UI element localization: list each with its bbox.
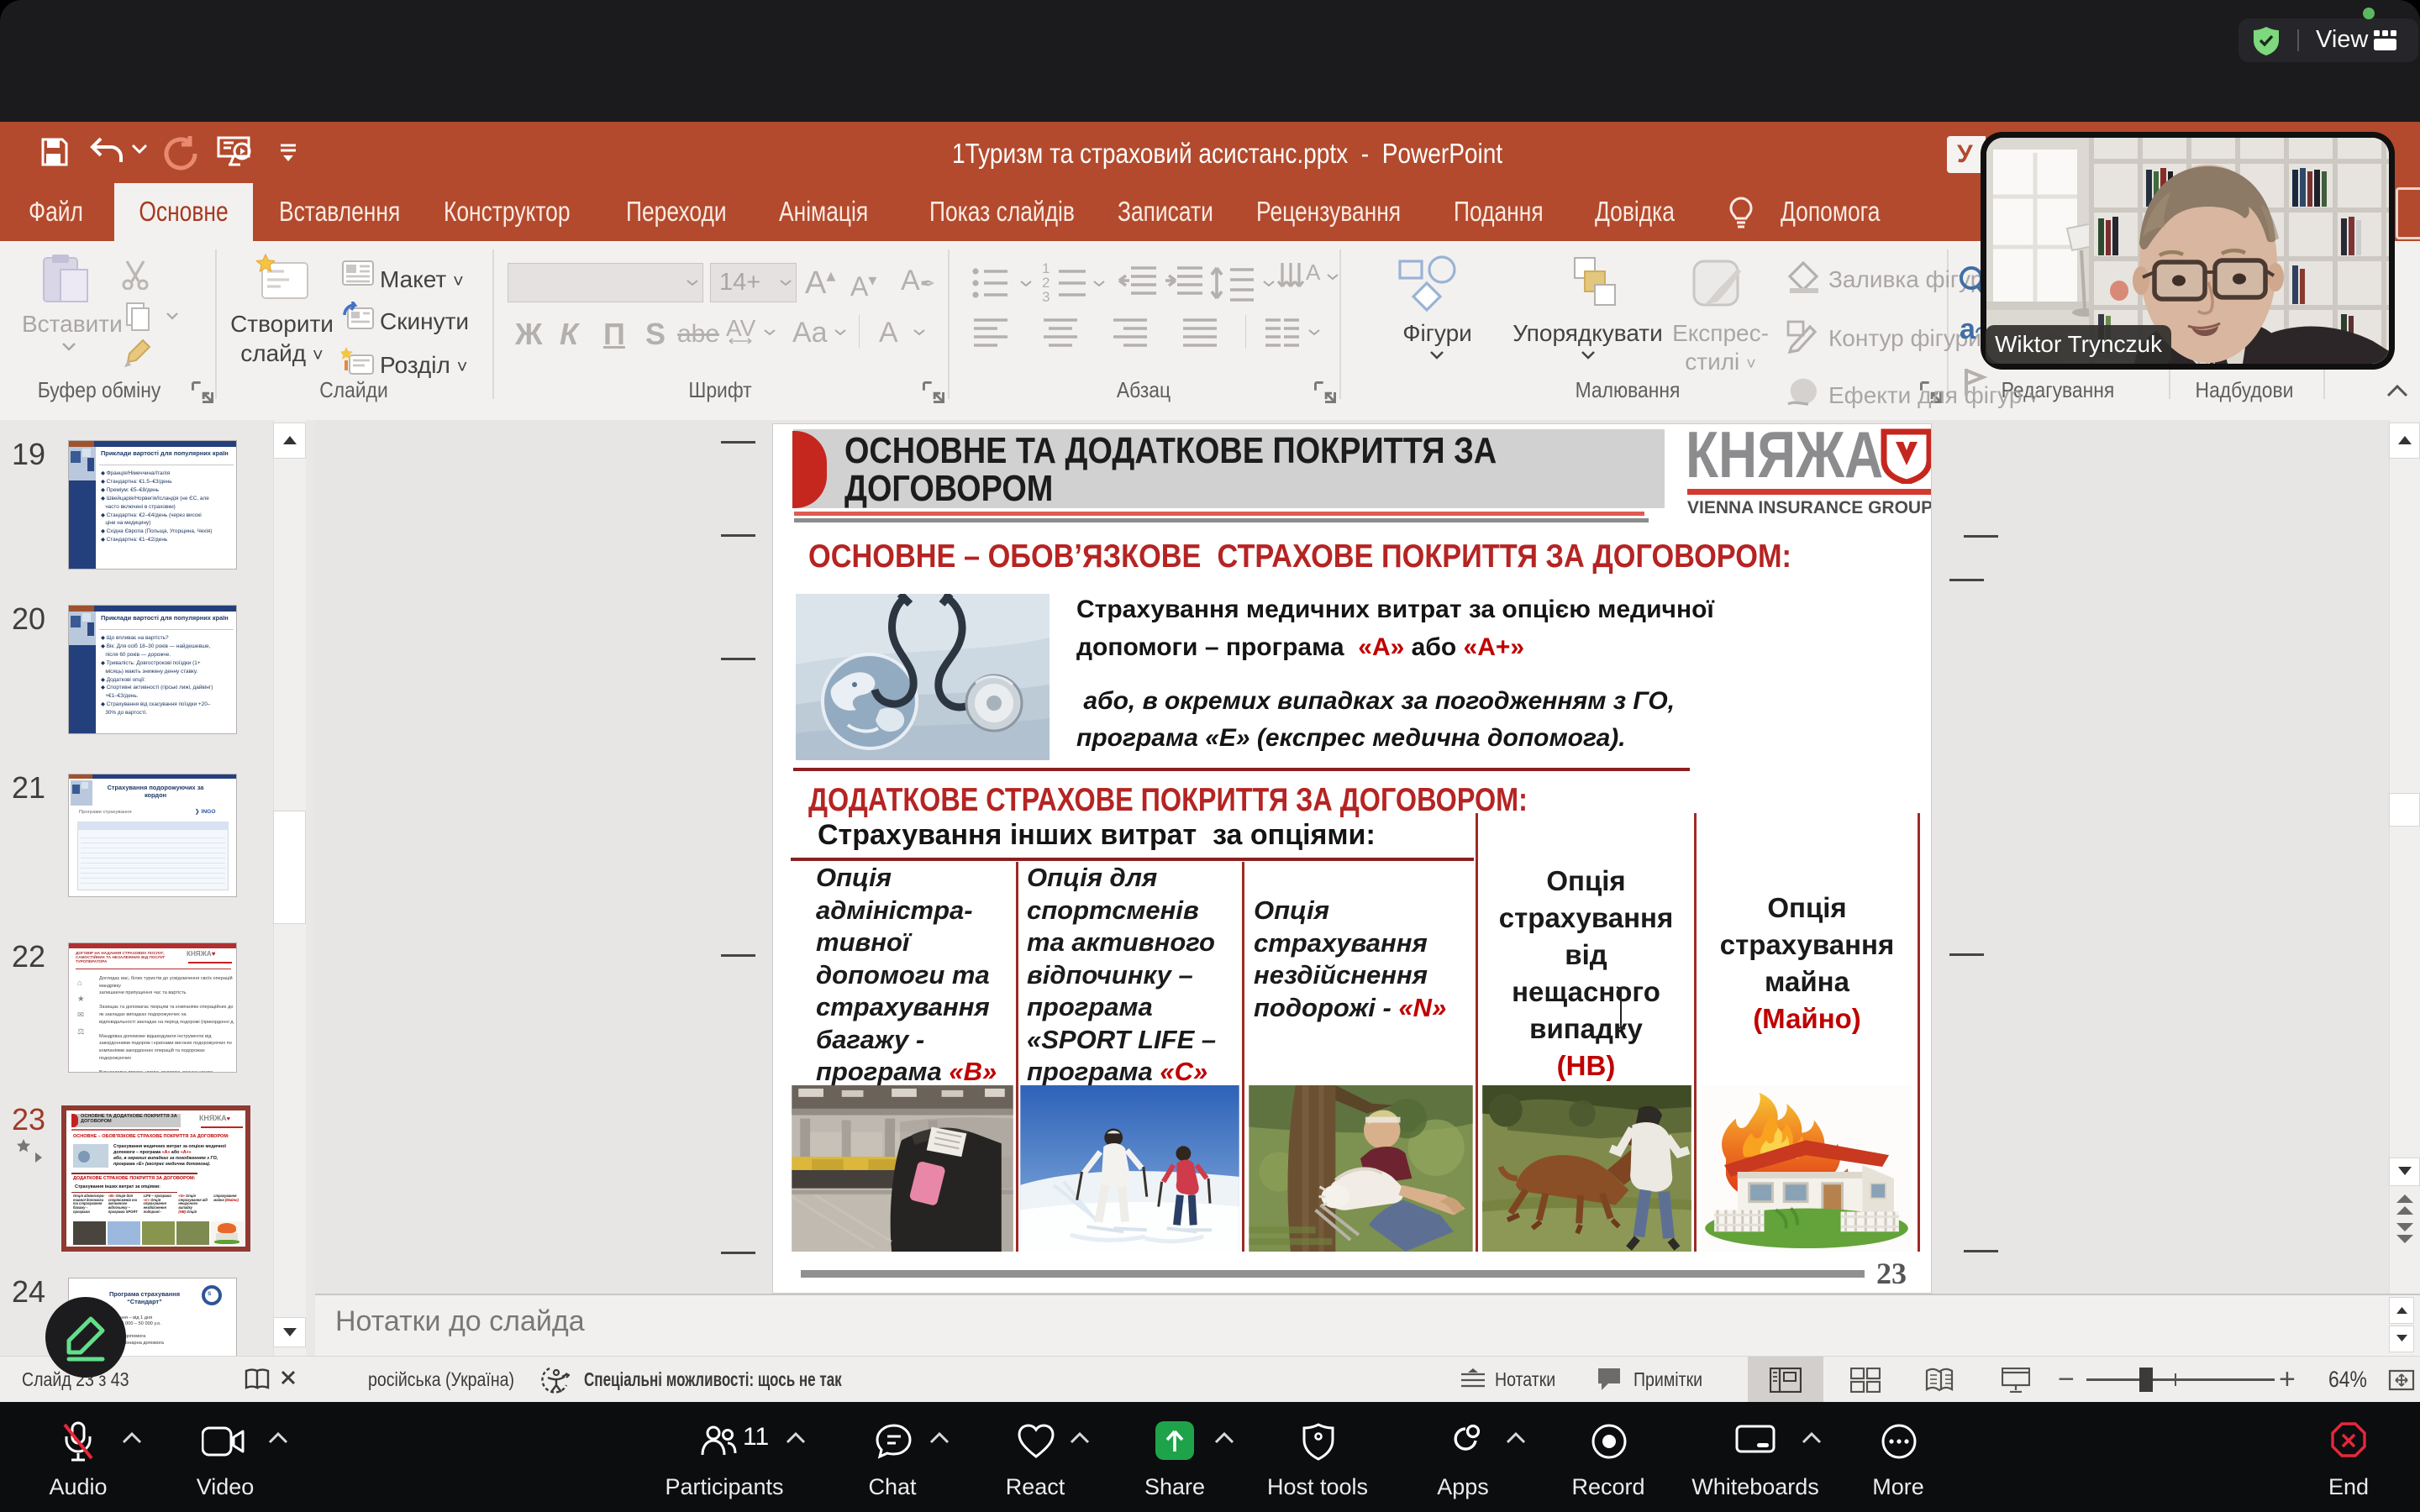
svg-text:A: A (1306, 260, 1321, 285)
